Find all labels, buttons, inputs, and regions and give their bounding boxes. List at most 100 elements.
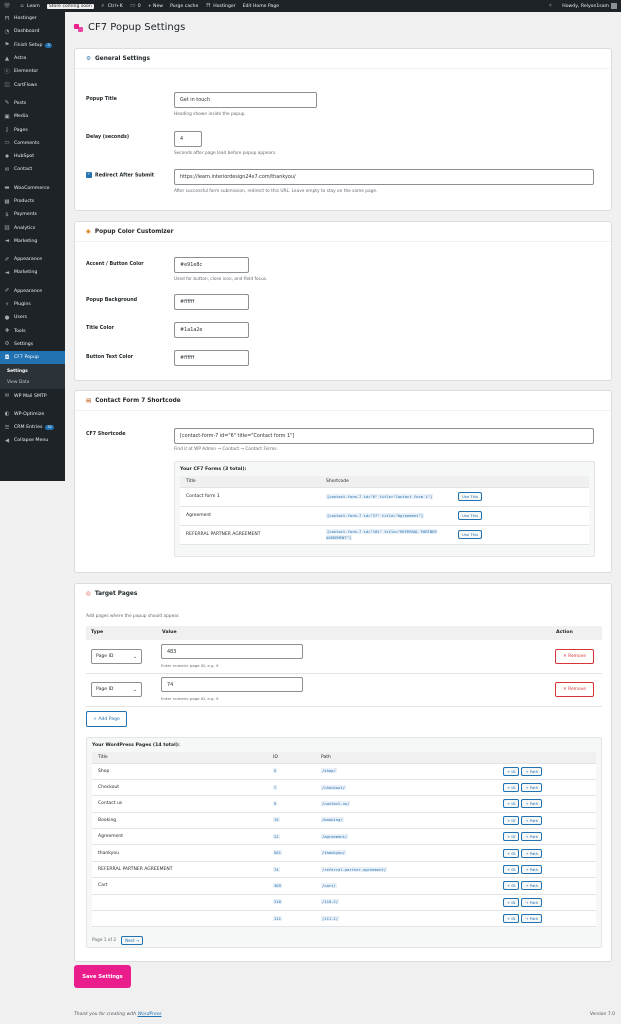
cf7-shortcode-input[interactable]: [contact-form-7 id="6" title="Contact fo… [174, 428, 594, 444]
submenu-item[interactable]: View Data [0, 377, 65, 388]
use-this-button[interactable]: Use This [458, 530, 483, 539]
page-id: 110 [273, 899, 282, 905]
sidebar-item-dashboard[interactable]: ◔ Dashboard [0, 25, 65, 38]
delay-input[interactable]: 4 [174, 131, 202, 147]
sidebar-item-collapse-menu[interactable]: ◀ Collapse Menu [0, 434, 65, 447]
new-content-link[interactable]: + New [148, 4, 163, 9]
popup-background-input[interactable]: #ffffff [174, 294, 249, 310]
popup-title-input[interactable]: Get in touch [174, 92, 317, 108]
sidebar-item-wp-optimize[interactable]: ◐ WP-Optimize [0, 408, 65, 421]
sidebar-item-cf7-popup[interactable]: ◘ CF7 Popup [0, 351, 65, 365]
sidebar-item-analytics[interactable]: ▥ Analytics [0, 221, 65, 234]
sidebar-item-products[interactable]: ▦ Products [0, 195, 65, 208]
chevron-down-icon: ⌄ [132, 686, 137, 693]
use-this-button[interactable]: Use This [458, 511, 483, 520]
add-path-button[interactable]: + Path [521, 766, 543, 776]
use-this-button[interactable]: Use This [458, 492, 483, 501]
target-type-select[interactable]: Page ID ⌄ [91, 649, 142, 664]
save-settings-button[interactable]: Save Settings [74, 965, 131, 988]
store-coming-soon-badge[interactable]: Store coming soon [46, 3, 94, 9]
sidebar-item-tools[interactable]: ✚ Tools [0, 325, 65, 338]
target-value-hint: Enter numeric page ID, e.g. 9 [161, 696, 219, 701]
purge-cache-link[interactable]: Purge cache [170, 4, 198, 9]
sidebar-item-astra[interactable]: ▲ Astra [0, 52, 65, 65]
table-row: Contact form 1 [contact-form-7 id="6" tit… [180, 487, 589, 507]
sidebar-item-finish-setup[interactable]: ⚑ Finish Setup 3 [0, 39, 65, 52]
sidebar-item-appearance[interactable]: ✐ Appearance [0, 253, 65, 266]
add-path-button[interactable]: + Path [521, 783, 543, 793]
add-id-button[interactable]: + ID [503, 783, 520, 793]
sidebar-item-cartflows[interactable]: ◫ CartFlows [0, 78, 65, 91]
sidebar-item-hostinger[interactable]: Ħ Hostinger [0, 12, 65, 25]
form-action-cell: Use This [452, 487, 589, 507]
ai-assistant-icon[interactable]: ✧ [547, 3, 555, 9]
add-id-button[interactable]: + ID [503, 865, 520, 875]
page-path-cell: /contact-us/ [315, 795, 497, 813]
page-path: /referral-partner-agreement/ [321, 866, 388, 872]
sidebar-item-crm-entries[interactable]: ☰ CRM Entries 32 [0, 421, 65, 434]
add-id-button[interactable]: + ID [503, 766, 520, 776]
sidebar-item-label: Media [14, 114, 29, 120]
remove-button[interactable]: ✕ Remove [555, 649, 594, 664]
sidebar-item-hubspot[interactable]: ✹ HubSpot [0, 150, 65, 163]
hostinger-link[interactable]: Ħ Hostinger [205, 3, 236, 9]
sidebar-item-payments[interactable]: $ Payments [0, 208, 65, 221]
title-color-input[interactable]: #1a1a2e [174, 322, 249, 338]
add-path-button[interactable]: + Path [521, 848, 543, 858]
sidebar-item-media[interactable]: ▣ Media [0, 110, 65, 123]
next-page-button[interactable]: Next → [121, 936, 144, 945]
sidebar-item-settings[interactable]: ⚙ Settings [0, 338, 65, 351]
add-path-button[interactable]: + Path [521, 881, 543, 891]
redirect-checkbox[interactable]: ✓ [86, 172, 92, 178]
site-home-link[interactable]: ⌂ Learn [19, 3, 40, 9]
add-id-button[interactable]: + ID [503, 897, 520, 907]
posts-icon: ✎ [4, 100, 10, 107]
add-id-button[interactable]: + ID [503, 832, 520, 842]
add-id-button[interactable]: + ID [503, 848, 520, 858]
sidebar-item-contact[interactable]: ✉ Contact [0, 163, 65, 176]
sidebar-item-plugins[interactable]: ⚡ Plugins [0, 298, 65, 311]
button-text-color-input[interactable]: #ffffff [174, 350, 249, 366]
add-path-button[interactable]: + Path [521, 914, 543, 924]
sidebar-item-marketing[interactable]: ◄ Marketing [0, 235, 65, 248]
add-path-button[interactable]: + Path [521, 897, 543, 907]
sidebar-item-woocommerce[interactable]: ▬ WooCommerce [0, 182, 65, 195]
sidebar-item-pages[interactable]: ▯ Pages [0, 123, 65, 136]
accent-color-input[interactable]: #e91e8c [174, 257, 249, 273]
sidebar-item-wp-mail-smtp[interactable]: ✉ WP Mail SMTP [0, 389, 65, 402]
add-id-button[interactable]: + ID [503, 799, 520, 809]
wordpress-link[interactable]: WordPress [138, 1012, 162, 1017]
sidebar-item-marketing[interactable]: ◄ Marketing [0, 266, 65, 279]
edit-page-link[interactable]: Edit Home Page [243, 4, 280, 9]
sidebar-item-elementor[interactable]: ⓔ Elementor [0, 65, 65, 78]
sidebar-item-appearance[interactable]: ✐ Appearance [0, 285, 65, 298]
table-row: thankyou 561/thankyou/ + ID + Path [92, 844, 596, 862]
add-id-button[interactable]: + ID [503, 881, 520, 891]
add-id-button[interactable]: + ID [503, 914, 520, 924]
sidebar-item-posts[interactable]: ✎ Posts [0, 97, 65, 110]
remove-button[interactable]: ✕ Remove [555, 682, 594, 697]
command-palette-link[interactable]: ⌕ Ctrl+K [100, 3, 123, 9]
sidebar-item-comments[interactable]: ▭ Comments [0, 137, 65, 150]
collapse-icon: ◀ [4, 437, 10, 444]
target-type-select[interactable]: Page ID ⌄ [91, 682, 142, 697]
comments-link[interactable]: ▭ 0 [130, 3, 141, 9]
avatar[interactable] [611, 3, 617, 9]
add-path-button[interactable]: + Path [521, 815, 543, 825]
sidebar-submenu: Settings View Data [0, 364, 65, 390]
submenu-item[interactable]: Settings [0, 366, 65, 377]
add-path-button[interactable]: + Path [521, 799, 543, 809]
add-path-button[interactable]: + Path [521, 832, 543, 842]
target-value-input[interactable]: 483 [161, 644, 303, 659]
sidebar-item-users[interactable]: ● Users [0, 311, 65, 324]
col-type-header: Type [91, 630, 104, 635]
add-id-button[interactable]: + ID [503, 815, 520, 825]
redirect-url-input[interactable]: https://learn.interiordesign24x7.com/tha… [174, 169, 594, 185]
target-value-input[interactable]: 74 [161, 677, 303, 692]
page-id: 15 [273, 817, 280, 823]
wordpress-logo-icon[interactable]: Ⓦ [4, 3, 12, 9]
add-path-button[interactable]: + Path [521, 865, 543, 875]
howdy-user-menu[interactable]: Howdy, Relyon1sam [562, 4, 609, 9]
add-page-button[interactable]: + Add Page [86, 711, 127, 727]
page-id-cell: 369 [267, 877, 315, 895]
